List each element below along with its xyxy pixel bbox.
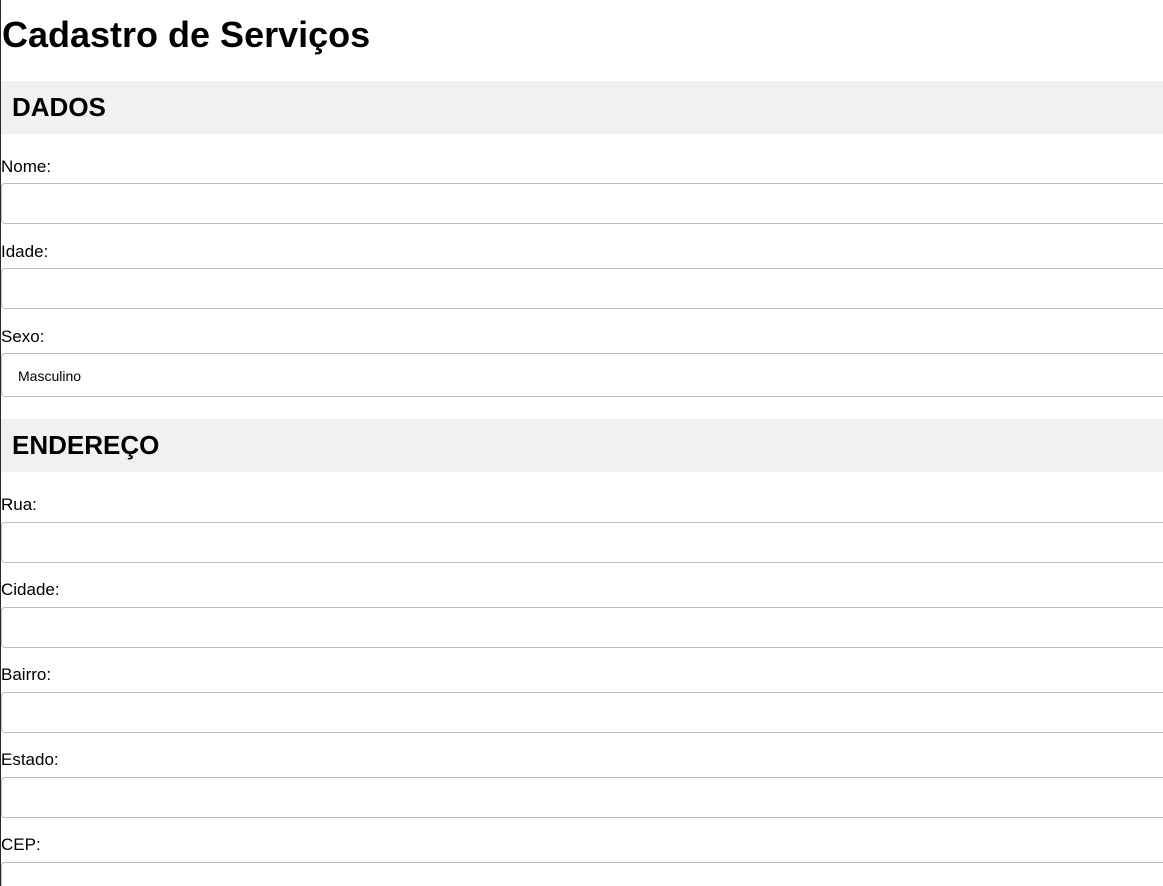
sexo-label: Sexo: — [1, 327, 45, 346]
sexo-selected-value: Masculino — [18, 368, 82, 384]
sexo-select[interactable]: Masculino — [1, 353, 1163, 397]
cep-label: CEP: — [1, 835, 41, 854]
idade-input[interactable] — [1, 268, 1163, 309]
page-title: Cadastro de Serviços — [2, 14, 371, 55]
service-registration-form: Cadastro de Serviços DADOS Nome: Idade: … — [1, 0, 1163, 886]
cep-input[interactable] — [1, 862, 1163, 886]
section-header-dados: DADOS — [1, 81, 1163, 134]
bairro-label: Bairro: — [1, 665, 52, 684]
rua-label: Rua: — [1, 495, 37, 514]
section-heading-endereco: ENDEREÇO — [12, 430, 160, 460]
idade-label: Idade: — [1, 242, 49, 261]
section-header-endereco: ENDEREÇO — [1, 419, 1163, 472]
section-heading-dados: DADOS — [12, 92, 106, 122]
nome-label: Nome: — [1, 157, 52, 176]
cidade-input[interactable] — [1, 607, 1163, 648]
nome-input[interactable] — [1, 183, 1163, 224]
bairro-input[interactable] — [1, 692, 1163, 733]
rua-input[interactable] — [1, 522, 1163, 563]
estado-label: Estado: — [1, 750, 59, 769]
estado-input[interactable] — [1, 777, 1163, 818]
cidade-label: Cidade: — [1, 580, 60, 599]
